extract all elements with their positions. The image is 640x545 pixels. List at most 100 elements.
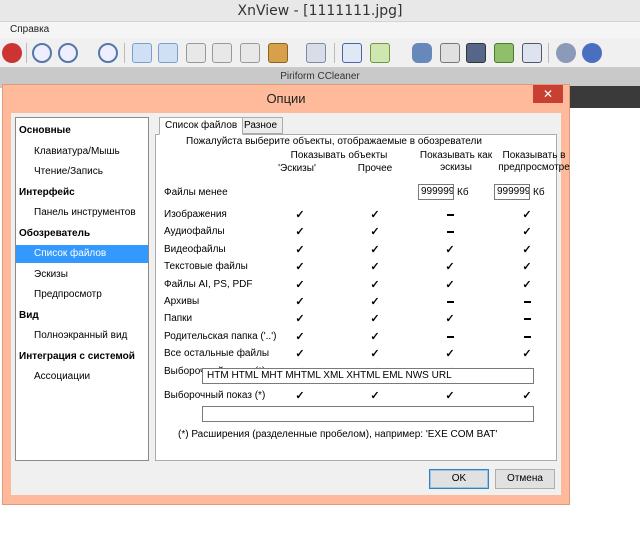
browser-icon[interactable] [2, 43, 22, 63]
other-checkbox[interactable]: ✓ [370, 297, 380, 308]
tree-item[interactable]: Клавиатура/Мышь [16, 143, 148, 161]
background-area [0, 505, 640, 545]
as-thumbs-checkbox[interactable]: ✓ [445, 262, 455, 273]
other-checkbox[interactable]: ✓ [370, 227, 380, 238]
other-checkbox[interactable]: ✓ [370, 391, 380, 402]
as-thumbs-checkbox[interactable]: ✓ [445, 244, 455, 255]
thumbs-size-input[interactable]: 99999999 [418, 184, 454, 200]
monitor-icon[interactable] [268, 43, 288, 63]
app-title: XnView - [1111111.jpg] [237, 3, 403, 19]
tree-category[interactable]: Интеграция с системой [16, 348, 148, 366]
file-list-panel: Пожалуйста выберите объекты, отображаемы… [155, 134, 570, 461]
thumbs-checkbox[interactable]: ✓ [295, 391, 305, 402]
thumbs-checkbox[interactable]: ✓ [295, 331, 305, 342]
tree-category[interactable]: Вид [16, 307, 148, 325]
preview-checkbox[interactable]: ✓ [522, 210, 532, 221]
zoom-icon[interactable] [58, 43, 78, 63]
footnote: (*) Расширения (разделенные пробелом), н… [178, 429, 498, 440]
other-checkbox[interactable]: ✓ [370, 349, 380, 360]
as-thumbs-unavailable [447, 301, 454, 303]
tree-item[interactable]: Эскизы [16, 266, 148, 284]
previous-icon[interactable] [132, 43, 152, 63]
preview-checkbox[interactable]: ✓ [522, 262, 532, 273]
as-thumbs-checkbox[interactable]: ✓ [445, 314, 455, 325]
wallpaper-icon[interactable] [494, 43, 514, 63]
background-panel [570, 86, 640, 108]
print-icon[interactable] [440, 43, 460, 63]
thumbs-checkbox[interactable]: ✓ [295, 349, 305, 360]
preview-checkbox[interactable]: ✓ [522, 279, 532, 290]
tree-item[interactable]: Полноэкранный вид [16, 327, 148, 345]
as-thumbs-unavailable [447, 214, 454, 216]
scan-icon[interactable] [466, 43, 486, 63]
preview-checkbox[interactable]: ✓ [522, 244, 532, 255]
preview-checkbox[interactable]: ✓ [522, 227, 532, 238]
tree-item[interactable]: Панель инструментов [16, 204, 148, 222]
thumbs-checkbox[interactable]: ✓ [295, 279, 305, 290]
info-icon[interactable] [582, 43, 602, 63]
other-checkbox[interactable]: ✓ [370, 331, 380, 342]
file-type-label: Видеофайлы [164, 243, 226, 255]
slideshow-icon[interactable] [240, 43, 260, 63]
as-thumbs-checkbox[interactable]: ✓ [445, 349, 455, 360]
menu-help[interactable]: Справка [10, 24, 49, 35]
thumbs-checkbox[interactable]: ✓ [295, 227, 305, 238]
as-thumbs-checkbox[interactable]: ✓ [445, 279, 455, 290]
file-type-label: Родительская папка ('..') [164, 330, 277, 342]
next-icon[interactable] [158, 43, 178, 63]
preview-size-input[interactable]: 99999999 [494, 184, 530, 200]
ok-button[interactable]: OK [429, 469, 489, 489]
preview-unavailable [524, 301, 531, 303]
fullscreen-icon[interactable] [306, 43, 326, 63]
thumbs-checkbox[interactable]: ✓ [295, 314, 305, 325]
zoom-out-icon[interactable] [98, 43, 118, 63]
toolbar-separator [124, 43, 125, 63]
custom-extensions-input-1[interactable]: HTM HTML MHT MHTML XML XHTML EML NWS URL [202, 368, 534, 384]
tree-category[interactable]: Основные [16, 122, 148, 140]
column-preview-header-2: предпросмотре [498, 162, 570, 173]
main-toolbar [0, 38, 640, 68]
binoculars-icon[interactable] [412, 43, 432, 63]
other-checkbox[interactable]: ✓ [370, 262, 380, 273]
tab-misc[interactable]: Разное [238, 117, 284, 134]
toolbar-separator [26, 43, 27, 63]
file-type-label: Аудиофайлы [164, 226, 225, 238]
tree-item[interactable]: Список файлов [16, 245, 148, 263]
thumbs-checkbox[interactable]: ✓ [295, 210, 305, 221]
other-checkbox[interactable]: ✓ [370, 279, 380, 290]
as-thumbs-unavailable [447, 335, 454, 338]
cancel-button[interactable]: Отмена [495, 469, 555, 489]
file-type-label: Файлы AI, PS, PDF [164, 278, 253, 290]
other-checkbox[interactable]: ✓ [370, 210, 380, 221]
convert-icon[interactable] [370, 43, 390, 63]
file-type-label: Изображения [164, 209, 227, 220]
tree-item[interactable]: Предпросмотр [16, 286, 148, 304]
other-checkbox[interactable]: ✓ [370, 244, 380, 255]
close-icon[interactable]: ✕ [533, 85, 563, 103]
custom-extensions-input-2[interactable] [202, 406, 534, 422]
thumbs-checkbox[interactable]: ✓ [295, 297, 305, 308]
preview-checkbox[interactable]: ✓ [522, 391, 532, 402]
tree-category[interactable]: Обозреватель [16, 225, 148, 243]
fit-icon[interactable] [342, 43, 362, 63]
gear-icon[interactable] [556, 43, 576, 63]
app-titlebar: XnView - [1111111.jpg] [0, 0, 640, 22]
thumbs-checkbox[interactable]: ✓ [295, 262, 305, 273]
tree-item[interactable]: Чтение/Запись [16, 163, 148, 181]
column-thumbs-header: 'Эскизы' [278, 163, 316, 174]
preview-checkbox[interactable]: ✓ [522, 349, 532, 360]
last-page-icon[interactable] [212, 43, 232, 63]
tree-item[interactable]: Ассоциации [16, 368, 148, 386]
tab-file-list[interactable]: Список файлов [159, 117, 244, 135]
thumbs-checkbox[interactable]: ✓ [295, 244, 305, 255]
first-page-icon[interactable] [186, 43, 206, 63]
file-type-label: Папки [164, 313, 193, 325]
file-type-label: Текстовые файлы [164, 261, 248, 273]
other-checkbox[interactable]: ✓ [370, 314, 380, 325]
tree-category[interactable]: Интерфейс [16, 184, 148, 202]
as-thumbs-checkbox[interactable]: ✓ [445, 391, 455, 402]
zoom-in-icon[interactable] [32, 43, 52, 63]
menubar: Справка [0, 22, 640, 38]
capture-icon[interactable] [522, 43, 542, 63]
toolbar-separator [548, 43, 549, 63]
